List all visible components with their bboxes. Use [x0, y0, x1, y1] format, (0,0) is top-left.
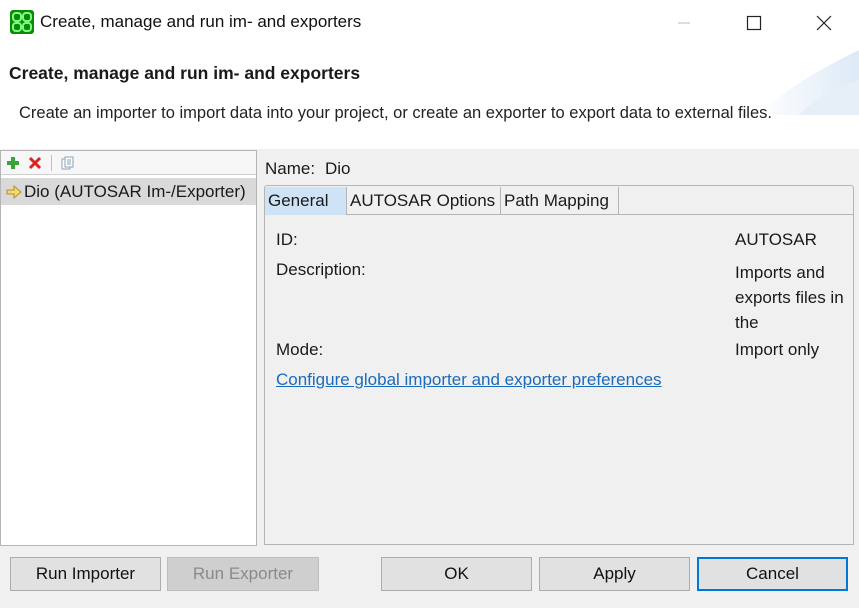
cancel-button[interactable]: Cancel [697, 557, 848, 591]
window-title: Create, manage and run im- and exporters [40, 12, 362, 31]
page-title: Create, manage and run im- and exporters [9, 63, 361, 83]
maximize-icon [746, 15, 762, 30]
dialog-header: Create, manage and run im- and exporters… [0, 45, 859, 149]
copy-button[interactable] [59, 154, 77, 172]
list-toolbar [1, 151, 256, 175]
delete-icon [28, 156, 42, 169]
name-value: Dio [325, 159, 351, 178]
title-bar: Create, manage and run im- and exporters [0, 0, 859, 45]
run-importer-button[interactable]: Run Importer [10, 557, 161, 591]
add-icon [7, 156, 19, 169]
details-tab-panel: General AUTOSAR Options Path Mapping ID:… [264, 185, 854, 545]
tab-path-mapping[interactable]: Path Mapping [501, 187, 619, 215]
arrow-right-icon [6, 184, 22, 199]
apply-button[interactable]: Apply [539, 557, 690, 591]
mode-value: Import only [735, 340, 820, 359]
list-item-label: Dio (AUTOSAR Im-/Exporter) [24, 181, 246, 201]
list-item[interactable]: Dio (AUTOSAR Im-/Exporter) [1, 178, 256, 205]
close-button[interactable] [790, 0, 858, 45]
mode-label: Mode: [276, 340, 324, 359]
tab-bar: General AUTOSAR Options Path Mapping [265, 186, 853, 215]
close-icon [816, 15, 832, 30]
description-value: Imports and exports files in the [735, 263, 844, 332]
add-button[interactable] [4, 154, 22, 172]
run-exporter-button[interactable]: Run Exporter [167, 557, 319, 591]
minimize-icon [678, 22, 690, 23]
copy-icon [61, 156, 74, 169]
minimize-button[interactable] [650, 0, 718, 45]
exporter-list-panel: Dio (AUTOSAR Im-/Exporter) [0, 150, 257, 546]
app-logo-icon [10, 10, 34, 34]
description-label: Description: [276, 260, 366, 279]
toolbar-divider [51, 154, 52, 171]
delete-button[interactable] [26, 154, 44, 172]
id-value: AUTOSAR [735, 230, 817, 249]
id-label: ID: [276, 230, 298, 249]
ok-button[interactable]: OK [381, 557, 532, 591]
name-label: Name: [265, 159, 316, 178]
tab-general[interactable]: General [265, 187, 347, 215]
configure-preferences-link[interactable]: Configure global importer and exporter p… [276, 370, 662, 390]
tab-autosar-options[interactable]: AUTOSAR Options [347, 187, 501, 215]
maximize-button[interactable] [720, 0, 788, 45]
page-description: Create an importer to import data into y… [19, 104, 772, 122]
